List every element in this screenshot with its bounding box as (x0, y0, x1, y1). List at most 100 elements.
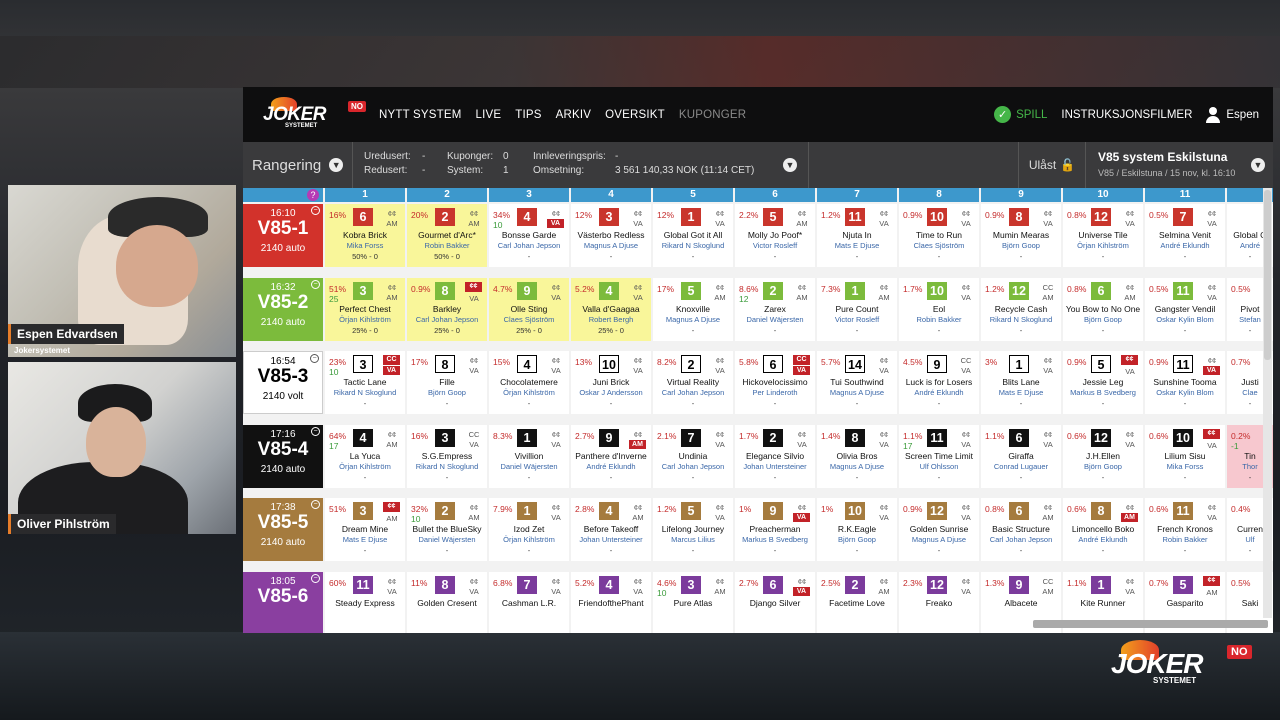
column-header[interactable]: 4 (571, 188, 651, 202)
horse-cell[interactable]: 1% 9 ¢¢ VA Preacherman Markus B Svedberg - (735, 498, 815, 561)
minus-icon[interactable]: − (311, 500, 320, 509)
horse-cell[interactable]: 8.6% 12 2 ¢¢ AM Zarex Daniel Wäjersten - (735, 277, 815, 341)
nav-nytt-system[interactable]: NYTT SYSTEM (379, 109, 462, 121)
horse-cell[interactable]: 0.6% 11 ¢¢ VA French Kronos Robin Bakker - (1145, 498, 1225, 561)
instruksjonsfilmer-link[interactable]: INSTRUKSJONSFILMER (1061, 109, 1192, 121)
horse-cell[interactable]: 0.9% 11 ¢¢ VA Sunshine Tooma Oskar Kylin Blom… (1145, 351, 1225, 414)
horse-cell[interactable]: 16% 3 CC VA S.G.Empress Rikard N Skoglund - (407, 424, 487, 488)
minus-icon[interactable]: − (311, 206, 320, 215)
race-label[interactable]: −17:16 V85-4 2140 auto (243, 424, 323, 488)
horse-cell[interactable]: 0.6% 10 ¢¢ VA Lilium Sisu Mika Forss - (1145, 424, 1225, 488)
column-header[interactable]: 11 (1145, 188, 1225, 202)
minus-icon[interactable]: − (310, 354, 319, 363)
horse-cell[interactable]: 1.2% 12 CC AM Recycle Cash Rikard N Skoglund… (981, 277, 1061, 341)
column-header[interactable]: 8 (899, 188, 979, 202)
column-header[interactable]: 9 (981, 188, 1061, 202)
horse-cell[interactable]: 5.8% 6 CC VA Hickovelocissimo Per Linderoth - (735, 351, 815, 414)
column-header[interactable]: 6 (735, 188, 815, 202)
horse-cell[interactable]: 1.1% 17 11 ¢¢ VA Screen Time Limit Ulf Ohlsso… (899, 424, 979, 488)
horse-cell[interactable]: 5.2% 4 ¢¢ VA FriendofthePhant (571, 571, 651, 633)
horse-cell[interactable]: 0.9% 8 ¢¢ VA Mumin Mearas Björn Goop - (981, 204, 1061, 267)
horse-cell[interactable]: 5.7% 14 ¢¢ VA Tui Southwind Magnus A Djuse - (817, 351, 897, 414)
help-icon[interactable]: ? (307, 189, 319, 201)
horse-cell[interactable]: 5.2% 4 ¢¢ VA Valla d'Gaagaa Robert Bergh 25% … (571, 277, 651, 341)
horse-cell[interactable]: 8.2% 2 ¢¢ VA Virtual Reality Carl Johan Jeps… (653, 351, 733, 414)
horse-cell[interactable]: 11% 8 ¢¢ VA Golden Cresent (407, 571, 487, 633)
spill-button[interactable]: ✓ SPILL (994, 106, 1047, 123)
horse-cell[interactable]: 3% 1 ¢¢ VA Blits Lane Mats E Djuse - (981, 351, 1061, 414)
horse-cell[interactable]: 6.8% 7 ¢¢ VA Cashman L.R. (489, 571, 569, 633)
horse-cell[interactable]: 17% 8 ¢¢ VA Fille Björn Goop - (407, 351, 487, 414)
column-header[interactable]: 1 (325, 188, 405, 202)
lock-toggle[interactable]: Ulåst 🔓 (1018, 142, 1086, 188)
nav-tips[interactable]: TIPS (515, 109, 541, 121)
horse-cell[interactable]: 64% 17 4 ¢¢ AM La Yuca Örjan Kihlström - (325, 424, 405, 488)
horse-cell[interactable]: 15% 4 ¢¢ VA Chocolatemere Örjan Kihlström - (489, 351, 569, 414)
race-label[interactable]: −17:38 V85-5 2140 auto (243, 498, 323, 561)
horse-cell[interactable]: 0.8% 12 ¢¢ VA Universe Tile Örjan Kihlström - (1063, 204, 1143, 267)
race-label[interactable]: −16:10 V85-1 2140 auto (243, 204, 323, 267)
horse-cell[interactable]: 8.3% 1 ¢¢ VA Vivillion Daniel Wäjersten - (489, 424, 569, 488)
horse-cell[interactable]: 2.5% 2 ¢¢ AM Facetime Love (817, 571, 897, 633)
horse-cell[interactable]: 13% 10 ¢¢ VA Juni Brick Oskar J Andersson - (571, 351, 651, 414)
horse-cell[interactable]: 2.7% 6 ¢¢ VA Django Silver (735, 571, 815, 633)
horse-cell[interactable]: 1% 10 ¢¢ VA R.K.Eagle Björn Goop - (817, 498, 897, 561)
horizontal-scrollbar[interactable] (1033, 620, 1268, 628)
horse-cell[interactable]: 60% 11 ¢¢ VA Steady Express (325, 571, 405, 633)
horse-cell[interactable]: 0.8% 6 ¢¢ AM You Bow to No One Björn Goop - (1063, 277, 1143, 341)
horse-cell[interactable]: 51% 25 3 ¢¢ AM Perfect Chest Örjan Kihlström 2… (325, 277, 405, 341)
race-label[interactable]: −16:32 V85-2 2140 auto (243, 277, 323, 341)
column-header[interactable]: 7 (817, 188, 897, 202)
horse-cell[interactable]: 1.7% 2 ¢¢ VA Elegance Silvio Johan Unterstei… (735, 424, 815, 488)
horse-cell[interactable]: 2.3% 12 ¢¢ VA Freako (899, 571, 979, 633)
horse-cell[interactable]: 20% 2 ¢¢ AM Gourmet d'Arc* Robin Bakker 50% -… (407, 204, 487, 267)
horse-cell[interactable]: 1.2% 5 ¢¢ VA Lifelong Journey Marcus Lilius - (653, 498, 733, 561)
horse-cell[interactable]: 2.2% 5 ¢¢ AM Molly Jo Poof* Victor Rosleff - (735, 204, 815, 267)
horse-cell[interactable]: 7.9% 1 ¢¢ VA Izod Zet Örjan Kihlström - (489, 498, 569, 561)
race-label[interactable]: −16:54 V85-3 2140 volt (243, 351, 323, 414)
horse-cell[interactable]: 0.9% 10 ¢¢ VA Time to Run Claes Sjöström - (899, 204, 979, 267)
horse-cell[interactable]: 23% 10 3 CC VA Tactic Lane Rikard N Skoglund - (325, 351, 405, 414)
minus-icon[interactable]: − (311, 573, 320, 583)
horse-cell[interactable]: 4.7% 9 ¢¢ VA Olle Sting Claes Sjöström 25% - … (489, 277, 569, 341)
horse-cell[interactable]: 32% 10 2 ¢¢ AM Bullet the BlueSky Daniel Wäje… (407, 498, 487, 561)
horse-cell[interactable]: 34% 10 4 ¢¢ VA Bonsse Garde Carl Johan Jepson - (489, 204, 569, 267)
horse-cell[interactable]: 12% 1 ¢¢ VA Global Got it All Rikard N Skogl… (653, 204, 733, 267)
horse-cell[interactable]: 4.6% 10 3 ¢¢ AM Pure Atlas (653, 571, 733, 633)
horse-cell[interactable]: 12% 3 ¢¢ VA Västerbo Redless Magnus A Djuse - (571, 204, 651, 267)
scroll-thumb[interactable] (1264, 190, 1271, 360)
horse-cell[interactable]: 0.6% 8 ¢¢ AM Limoncello Boko André Eklundh - (1063, 498, 1143, 561)
user-menu[interactable]: Espen (1206, 106, 1259, 123)
horse-cell[interactable]: 1.7% 10 ¢¢ VA Eol Robin Bakker - (899, 277, 979, 341)
horse-cell[interactable]: 1.4% 8 ¢¢ VA Olivia Bros Magnus A Djuse - (817, 424, 897, 488)
horse-cell[interactable]: 17% 5 ¢¢ AM Knoxville Magnus A Djuse - (653, 277, 733, 341)
column-header[interactable]: 2 (407, 188, 487, 202)
column-header[interactable]: 5 (653, 188, 733, 202)
horse-cell[interactable]: 0.5% 7 ¢¢ VA Selmina Venit André Eklundh - (1145, 204, 1225, 267)
horse-cell[interactable]: 1.1% 6 ¢¢ VA Giraffa Conrad Lugauer - (981, 424, 1061, 488)
nav-kuponger[interactable]: KUPONGER (679, 109, 746, 121)
minus-icon[interactable]: − (311, 279, 320, 289)
nav-arkiv[interactable]: ARKIV (556, 109, 592, 121)
vertical-scrollbar[interactable] (1263, 188, 1272, 618)
horse-cell[interactable]: 16% 6 ¢¢ AM Kobra Brick Mika Forss 50% - 0 (325, 204, 405, 267)
horse-cell[interactable]: 2.7% 9 ¢¢ AM Panthere d'Inverne André Eklundh… (571, 424, 651, 488)
horse-cell[interactable]: 2.8% 4 ¢¢ AM Before Takeoff Johan Unterstein… (571, 498, 651, 561)
nav-oversikt[interactable]: OVERSIKT (605, 109, 665, 121)
horse-cell[interactable]: 51% 3 ¢¢ AM Dream Mine Mats E Djuse - (325, 498, 405, 561)
column-header[interactable]: 3 (489, 188, 569, 202)
system-chevron-icon[interactable]: ▼ (1251, 158, 1265, 172)
rangering-dropdown[interactable]: Rangering ▼ (243, 142, 353, 188)
horse-cell[interactable]: 0.5% 11 ¢¢ VA Gangster Vendil Oskar Kylin Bl… (1145, 277, 1225, 341)
stats-chevron-icon[interactable]: ▼ (783, 158, 797, 172)
nav-live[interactable]: LIVE (476, 109, 502, 121)
horse-cell[interactable]: 1.2% 11 ¢¢ VA Njuta In Mats E Djuse - (817, 204, 897, 267)
horse-cell[interactable]: 0.8% 6 ¢¢ AM Basic Structure Carl Johan Jeps… (981, 498, 1061, 561)
minus-icon[interactable]: − (311, 426, 320, 436)
horse-cell[interactable]: 2.1% 7 ¢¢ VA Undinia Carl Johan Jepson - (653, 424, 733, 488)
joker-logo[interactable]: JOKER SYSTEMET NO (257, 95, 366, 133)
horse-cell[interactable]: 0.9% 8 ¢¢ VA Barkley Carl Johan Jepson 25% - 0 (407, 277, 487, 341)
horse-cell[interactable]: 4.5% 9 CC VA Luck is for Losers André Eklund… (899, 351, 979, 414)
column-header[interactable]: 10 (1063, 188, 1143, 202)
horse-cell[interactable]: 0.6% 12 ¢¢ VA J.H.Ellen Björn Goop - (1063, 424, 1143, 488)
